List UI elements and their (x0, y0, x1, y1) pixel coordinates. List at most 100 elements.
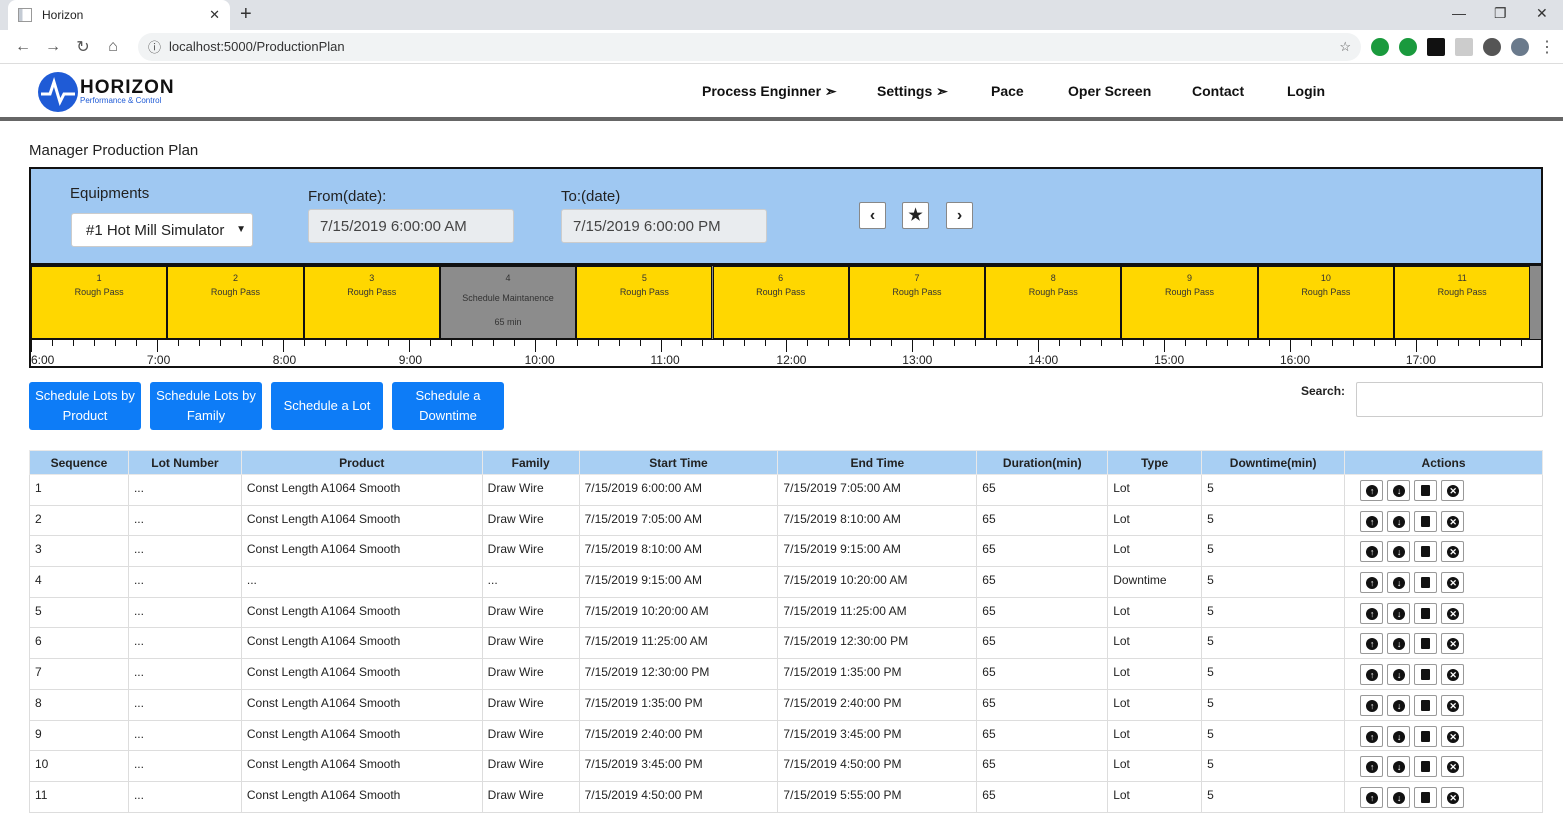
save-button[interactable] (1414, 664, 1438, 686)
timeline-block[interactable]: 4 Schedule Maintanence 65 min (439, 266, 577, 339)
column-header[interactable]: Type (1107, 450, 1203, 475)
url-field[interactable]: ⓘ localhost:5000/ProductionPlan ☆ (138, 32, 1361, 61)
schedule-lots-by-product-button[interactable]: Schedule Lots by Product (29, 382, 141, 430)
extension-circle-icon[interactable] (1483, 37, 1501, 56)
move-up-button[interactable]: ↑ (1360, 633, 1384, 655)
schedule-a-lot-button[interactable]: Schedule a Lot (271, 382, 383, 430)
timeline-block[interactable]: 9 Rough Pass (1121, 266, 1258, 339)
save-button[interactable] (1414, 633, 1438, 655)
star-icon[interactable]: ★ (902, 202, 929, 229)
extension-green2-icon[interactable] (1399, 37, 1417, 56)
timeline-block[interactable]: 5 Rough Pass (576, 266, 713, 339)
nav-login[interactable]: Login (1287, 83, 1325, 99)
column-header[interactable]: Lot Number (127, 450, 242, 475)
save-button[interactable] (1414, 510, 1438, 532)
extension-r-icon[interactable] (1427, 37, 1445, 56)
timeline-block[interactable]: 2 Rough Pass (167, 266, 304, 339)
chevron-left-icon[interactable]: ‹ (859, 202, 886, 229)
column-header[interactable]: Family (481, 450, 580, 475)
forward-icon[interactable]: → (38, 38, 68, 56)
move-down-button[interactable]: ↓ (1387, 572, 1411, 594)
browser-tab[interactable]: Horizon ✕ (8, 0, 230, 30)
move-down-button[interactable]: ↓ (1387, 602, 1411, 624)
restore-icon[interactable]: ❐ (1494, 5, 1507, 22)
to-date-input[interactable]: 7/15/2019 6:00:00 PM (561, 209, 767, 243)
window-close-icon[interactable]: ✕ (1536, 5, 1548, 22)
column-header[interactable]: Sequence (29, 450, 129, 475)
move-down-button[interactable]: ↓ (1387, 480, 1411, 501)
delete-button[interactable]: ✕ (1441, 602, 1465, 624)
move-down-button[interactable]: ↓ (1387, 756, 1411, 778)
minimize-icon[interactable]: — (1452, 5, 1466, 21)
column-header[interactable]: Downtime(min) (1201, 450, 1346, 475)
chevron-right-icon[interactable]: › (946, 202, 973, 229)
column-header[interactable]: End Time (777, 450, 978, 475)
save-button[interactable] (1414, 480, 1438, 501)
timeline-block[interactable]: 7 Rough Pass (848, 266, 986, 339)
save-button[interactable] (1414, 572, 1438, 594)
timeline-block[interactable]: 8 Rough Pass (985, 266, 1122, 339)
timeline-block[interactable]: 11 Rough Pass (1394, 266, 1531, 339)
extension-green-icon[interactable] (1371, 37, 1389, 56)
delete-button[interactable]: ✕ (1441, 480, 1465, 501)
browser-menu-icon[interactable]: ⋮ (1539, 37, 1555, 57)
nav-process-engineer[interactable]: Process Enginner ➣ (702, 83, 837, 100)
save-button[interactable] (1414, 541, 1438, 563)
save-button[interactable] (1414, 725, 1438, 747)
move-down-button[interactable]: ↓ (1387, 664, 1411, 686)
schedule-downtime-button[interactable]: Schedule a Downtime (392, 382, 504, 430)
column-header[interactable]: Actions (1344, 450, 1543, 475)
move-down-button[interactable]: ↓ (1387, 786, 1411, 808)
site-info-icon[interactable]: ⓘ (148, 37, 161, 56)
nav-oper-screen[interactable]: Oper Screen (1068, 83, 1151, 99)
delete-button[interactable]: ✕ (1441, 664, 1465, 686)
schedule-lots-by-family-button[interactable]: Schedule Lots by Family (150, 382, 262, 430)
move-up-button[interactable]: ↑ (1360, 725, 1384, 747)
tab-close-icon[interactable]: ✕ (209, 7, 220, 23)
move-up-button[interactable]: ↑ (1360, 786, 1384, 808)
move-up-button[interactable]: ↑ (1360, 510, 1384, 532)
move-down-button[interactable]: ↓ (1387, 541, 1411, 563)
move-down-button[interactable]: ↓ (1387, 694, 1411, 716)
move-up-button[interactable]: ↑ (1360, 541, 1384, 563)
delete-button[interactable]: ✕ (1441, 694, 1465, 716)
nav-contact[interactable]: Contact (1192, 83, 1244, 99)
timeline-block[interactable]: 3 Rough Pass (303, 266, 440, 339)
back-icon[interactable]: ← (8, 38, 38, 56)
move-up-button[interactable]: ↑ (1360, 480, 1384, 501)
delete-button[interactable]: ✕ (1441, 786, 1465, 808)
move-up-button[interactable]: ↑ (1360, 694, 1384, 716)
nav-pace[interactable]: Pace (991, 83, 1024, 99)
delete-button[interactable]: ✕ (1441, 725, 1465, 747)
delete-button[interactable]: ✕ (1441, 510, 1465, 532)
equipment-select[interactable]: #1 Hot Mill Simulator ▼ (71, 213, 253, 247)
timeline-block[interactable]: 1 Rough Pass (31, 266, 168, 339)
home-icon[interactable]: ⌂ (98, 38, 128, 56)
timeline-block[interactable]: 10 Rough Pass (1257, 266, 1394, 339)
save-button[interactable] (1414, 786, 1438, 808)
delete-button[interactable]: ✕ (1441, 572, 1465, 594)
delete-button[interactable]: ✕ (1441, 756, 1465, 778)
column-header[interactable]: Product (240, 450, 483, 475)
move-up-button[interactable]: ↑ (1360, 664, 1384, 686)
from-date-input[interactable]: 7/15/2019 6:00:00 AM (308, 209, 514, 243)
save-button[interactable] (1414, 602, 1438, 624)
nav-settings[interactable]: Settings ➣ (877, 83, 948, 100)
profile-avatar-icon[interactable] (1511, 37, 1529, 56)
extension-grey-icon[interactable] (1455, 37, 1473, 56)
move-down-button[interactable]: ↓ (1387, 725, 1411, 747)
search-input[interactable] (1356, 382, 1543, 417)
save-button[interactable] (1414, 756, 1438, 778)
delete-button[interactable]: ✕ (1441, 633, 1465, 655)
column-header[interactable]: Duration(min) (976, 450, 1109, 475)
horizon-logo[interactable]: HORIZON Performance & Control (38, 72, 175, 112)
move-up-button[interactable]: ↑ (1360, 602, 1384, 624)
move-down-button[interactable]: ↓ (1387, 510, 1411, 532)
reload-icon[interactable]: ↻ (68, 37, 98, 57)
save-button[interactable] (1414, 694, 1438, 716)
move-down-button[interactable]: ↓ (1387, 633, 1411, 655)
move-up-button[interactable]: ↑ (1360, 572, 1384, 594)
column-header[interactable]: Start Time (578, 450, 779, 475)
timeline-block[interactable]: 6 Rough Pass (712, 266, 849, 339)
move-up-button[interactable]: ↑ (1360, 756, 1384, 778)
